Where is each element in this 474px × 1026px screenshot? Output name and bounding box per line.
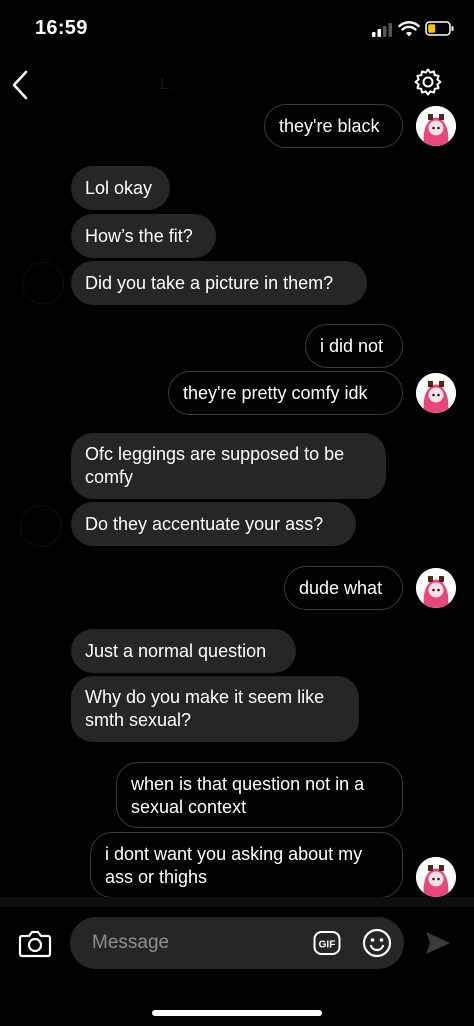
sent-message[interactable]: dude what (284, 566, 403, 610)
avatar-icon (416, 373, 456, 413)
received-message[interactable]: Do they accentuate your ass? (71, 502, 356, 546)
send-icon[interactable] (424, 929, 452, 957)
gear-icon[interactable] (412, 67, 444, 99)
sent-message[interactable]: i did not (305, 324, 403, 368)
camera-icon[interactable] (16, 924, 54, 962)
received-message[interactable]: How’s the fit? (71, 214, 216, 258)
recipient-avatar[interactable] (20, 505, 62, 547)
back-chevron-icon[interactable] (10, 68, 32, 102)
sent-message[interactable]: i dont want you asking about my ass or t… (90, 832, 403, 898)
sender-avatar[interactable] (416, 857, 456, 897)
received-message[interactable]: Ofc leggings are supposed to be comfy (71, 433, 386, 499)
composer-divider (0, 897, 474, 907)
emoji-icon[interactable] (362, 928, 392, 958)
home-indicator (152, 1010, 322, 1016)
sent-message[interactable]: when is that question not in a sexual co… (116, 762, 403, 828)
recipient-avatar[interactable] (22, 262, 64, 304)
gif-icon[interactable]: GIF (313, 930, 341, 956)
battery-icon (425, 21, 454, 36)
avatar-icon (416, 568, 456, 608)
received-message[interactable]: Lol okay (71, 166, 170, 210)
contact-name[interactable]: L. (160, 76, 173, 94)
message-input[interactable]: Message GIF (70, 917, 404, 969)
received-message[interactable]: Did you take a picture in them? (71, 261, 367, 305)
avatar-icon (416, 106, 456, 146)
status-time: 16:59 (35, 17, 88, 39)
sender-avatar[interactable] (416, 106, 456, 146)
chat-header: L. (0, 60, 474, 106)
sender-avatar[interactable] (416, 568, 456, 608)
received-message[interactable]: Why do you make it seem like smth sexual… (71, 676, 359, 742)
gif-label: GIF (319, 940, 336, 951)
signal-icon (372, 23, 392, 37)
wifi-icon (398, 21, 420, 37)
sent-message[interactable]: they're pretty comfy idk (168, 371, 403, 415)
status-bar: 16:59 (0, 0, 474, 60)
sender-avatar[interactable] (416, 373, 456, 413)
received-message[interactable]: Just a normal question (71, 629, 296, 673)
sent-message[interactable]: they're black (264, 104, 403, 148)
message-placeholder: Message (92, 932, 170, 953)
avatar-icon (416, 857, 456, 897)
